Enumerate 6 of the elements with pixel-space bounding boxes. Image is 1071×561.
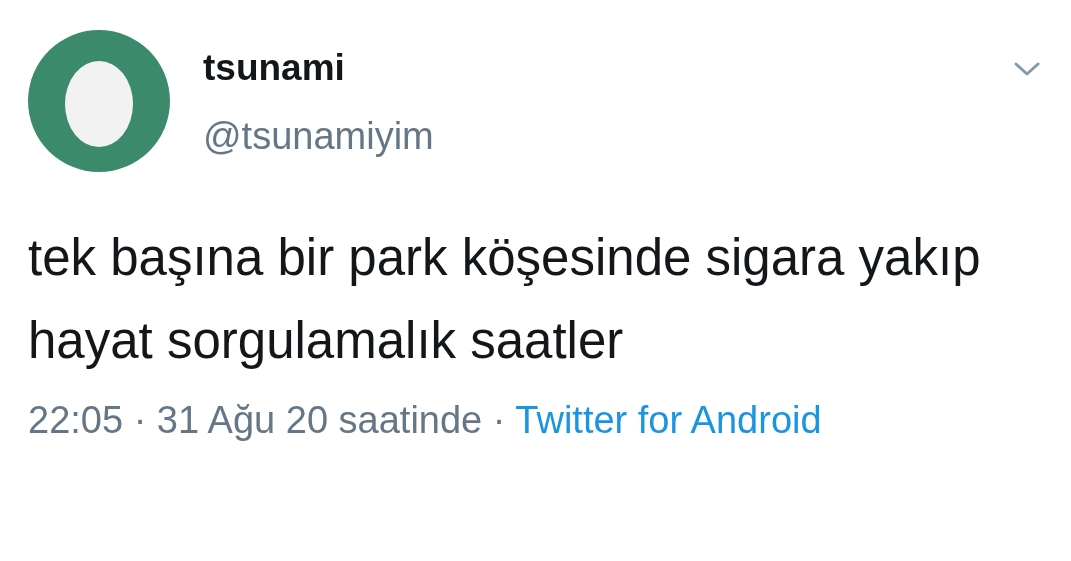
tweet-meta: 22:05 · 31 Ağu 20 saatinde · Twitter for Android <box>28 398 823 443</box>
author-name: tsunami <box>203 46 346 90</box>
chevron-down-icon[interactable] <box>1013 60 1041 78</box>
source-link[interactable]: Twitter for Android <box>515 399 822 441</box>
author-handle: @tsunamiyim <box>203 114 435 159</box>
tweet-text: tek başına bir park köşesinde sigara yakıp hayat sorgulamalık saatler <box>28 228 982 371</box>
